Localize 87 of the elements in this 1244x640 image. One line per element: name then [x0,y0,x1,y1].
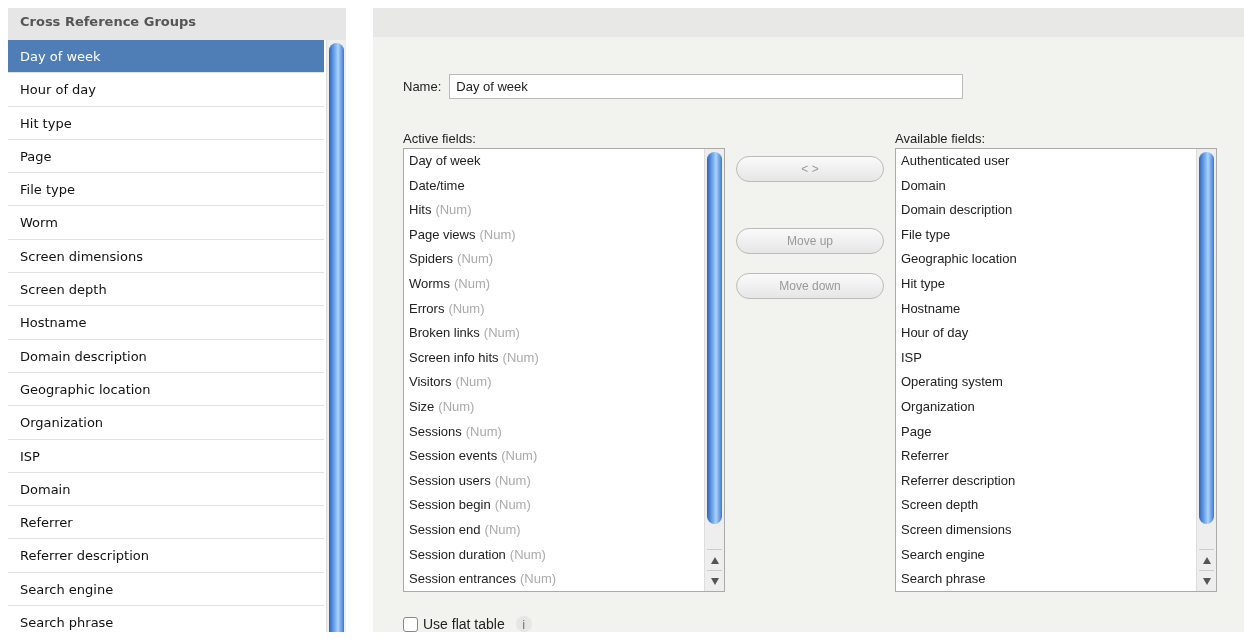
list-item[interactable]: Visitors [409,374,452,390]
list-item[interactable]: Sessions [409,423,462,439]
list-item[interactable]: Screen info hits [409,349,499,365]
checkbox-label: Use flat table [423,616,505,632]
type-hint: (Num) [455,374,492,390]
list-item[interactable]: Page [8,139,324,174]
list-item[interactable]: Operating system [901,374,1003,390]
type-hint: (Num) [502,349,539,365]
list-item[interactable]: Session users [409,472,491,488]
scrollbar[interactable] [1196,149,1216,591]
list-item[interactable]: Geographic location [901,251,1017,267]
list-item[interactable]: Page [901,423,932,439]
list-item[interactable]: Size [409,398,435,414]
list-item[interactable]: Authenticated user [901,153,1010,168]
field-label: Active fields: [403,131,477,146]
list-item[interactable]: Day of week [409,153,481,168]
list-item[interactable]: Screen depth [901,497,979,513]
type-hint: (Num) [435,202,472,218]
list-item[interactable]: Domain description [901,202,1013,218]
name-field[interactable]: Day of week [449,74,964,99]
list-box[interactable] [403,148,725,592]
list-item[interactable]: Hits [409,202,432,218]
list-item[interactable]: Referrer description [901,472,1016,488]
list-item[interactable]: Domain description [8,339,324,373]
list-item[interactable]: Organization [8,406,324,440]
list-item[interactable]: Day of week [8,40,324,74]
list-item[interactable]: Session duration [409,546,506,562]
scrollbar[interactable] [704,149,724,591]
list-item[interactable]: Screen dimensions [901,521,1012,537]
list-item[interactable]: Screen dimensions [8,239,324,274]
list-item[interactable]: ISP [8,439,324,473]
list-item[interactable]: ISP [901,349,922,365]
list-item[interactable]: Hostname [8,306,324,340]
checkbox[interactable] [403,616,418,632]
scrollbar[interactable] [326,40,346,632]
type-hint: (Num) [465,423,502,439]
list-item[interactable]: Worm [8,206,324,240]
list-item[interactable]: Hour of day [901,325,969,341]
list-item[interactable]: Search engine [901,546,985,562]
type-hint: (Num) [501,448,538,464]
list-item[interactable]: Hit type [901,275,946,291]
list-item[interactable]: Session begin [409,497,491,513]
list-item[interactable]: Spiders [409,251,454,267]
list-item[interactable]: Domain [901,177,946,193]
scroll-down-icon[interactable] [1202,577,1211,585]
type-hint: (Num) [438,398,475,414]
type-hint: (Num) [479,226,516,242]
info-icon[interactable]: i [515,616,532,632]
list-item[interactable]: Search phrase [8,606,324,632]
list-item[interactable]: Organization [901,398,975,414]
scroll-up-icon[interactable] [710,556,719,564]
type-hint: (Num) [483,325,520,341]
type-hint: (Num) [448,300,485,316]
list-item[interactable]: Search phrase [901,571,986,587]
list-item[interactable]: Search engine [8,572,324,607]
list-item[interactable]: Referrer [901,448,949,464]
type-hint: (Num) [453,275,491,291]
panel-header: Cross Reference Groups [8,8,346,40]
list-box[interactable] [895,148,1217,592]
field-label: Name: [403,79,442,94]
list-item[interactable]: Date/time [409,177,465,193]
list-item[interactable]: Session events [409,448,498,464]
list-item[interactable]: Session entrances [409,571,516,587]
list-item[interactable]: Page views [409,226,476,242]
list-item[interactable]: Hour of day [8,73,324,107]
type-hint: (Num) [494,472,531,488]
list-item[interactable]: Hostname [901,300,961,316]
list-item[interactable]: Domain [8,472,324,507]
type-hint: (Num) [509,546,546,562]
list-item[interactable]: File type [901,226,951,242]
list-item[interactable]: Errors [409,300,445,316]
list-item[interactable]: Screen depth [8,273,324,307]
list-item[interactable]: Worms [409,275,450,291]
list-item[interactable]: Hit type [8,106,324,140]
type-hint: (Num) [457,251,494,267]
type-hint: (Num) [494,497,531,513]
list-item[interactable]: Geographic location [8,372,324,407]
list-item[interactable]: Referrer description [8,539,324,573]
type-hint: (Num) [519,571,557,587]
list-item[interactable]: Broken links [409,325,480,341]
type-hint: (Num) [484,521,521,537]
scroll-down-icon[interactable] [710,577,719,585]
scroll-up-icon[interactable] [1202,556,1211,564]
list-item[interactable]: Referrer [8,506,324,540]
list-item[interactable]: Session end [409,521,481,537]
list-item[interactable]: File type [8,173,324,207]
field-label: Available fields: [895,131,987,146]
